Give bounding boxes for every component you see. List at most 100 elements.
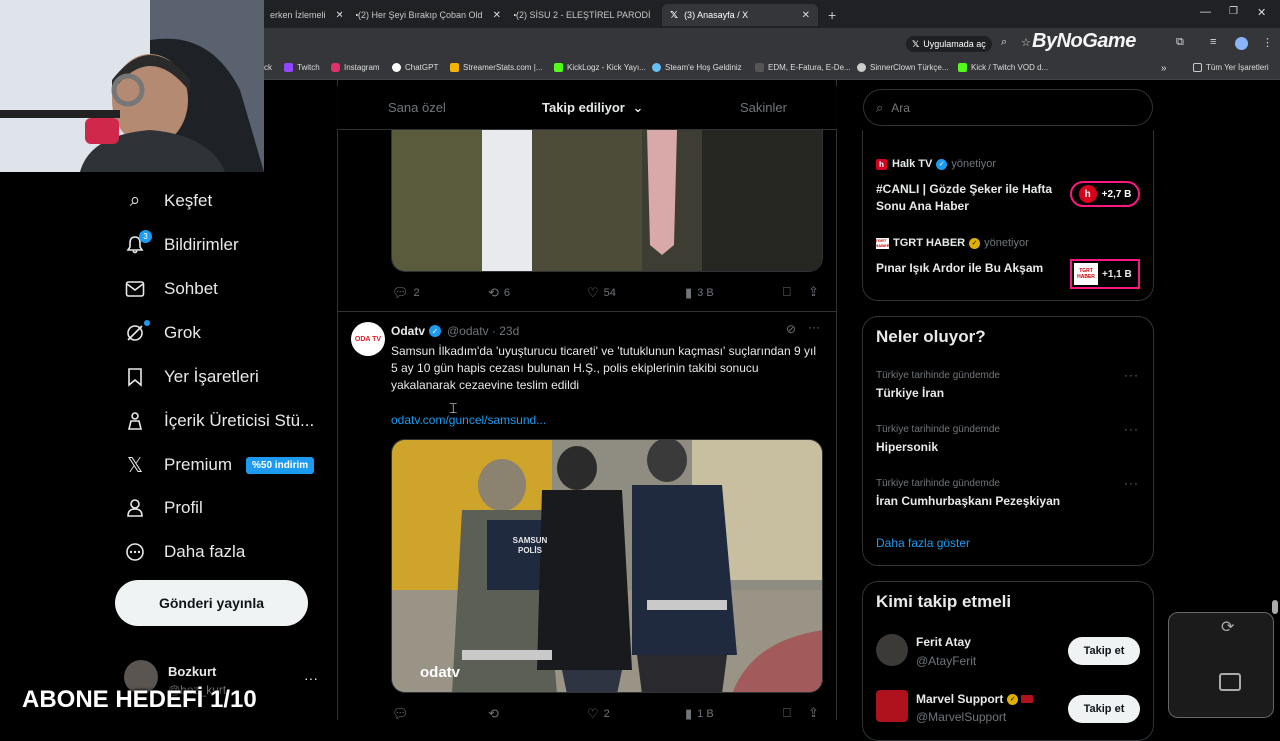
bynogame-logo: ByNoGame — [1032, 30, 1136, 52]
tab-residents[interactable]: Sakinler — [740, 100, 787, 115]
person-icon — [124, 497, 146, 519]
trend-more-icon[interactable]: ··· — [1124, 476, 1139, 490]
like-action[interactable]: ♡ 54 — [587, 285, 616, 301]
scrollbar-thumb[interactable] — [1272, 600, 1278, 614]
tab-label: (2) Her Şeyi Bırakıp Çoban Old — [358, 10, 483, 20]
close-icon[interactable]: ✕ — [802, 10, 810, 21]
bookmark-item[interactable]: ck — [264, 63, 272, 72]
reply-action[interactable]: 💬︎ 2 — [392, 285, 420, 301]
share-icon[interactable]: ⇪ — [808, 705, 824, 721]
trend-item[interactable]: İran Cumhurbaşkanı Pezeşkiyan — [876, 494, 1060, 508]
chevron-right-icon[interactable]: » — [1161, 63, 1167, 74]
views-action[interactable]: ▮ 3 B — [685, 285, 714, 301]
post-button[interactable]: Gönderi yayınla — [115, 580, 308, 626]
close-icon[interactable]: ✕ — [336, 10, 342, 21]
nav-profile[interactable]: Profil — [124, 493, 203, 523]
profile-avatar-icon[interactable] — [1235, 37, 1248, 50]
nav-explore[interactable]: ⌕ Keşfet — [124, 186, 213, 216]
live-title[interactable]: Pınar Işık Ardor ile Bu Akşam — [876, 261, 1066, 275]
post-author[interactable]: Odatv ✓ — [391, 324, 442, 338]
bookmark-item[interactable]: Twitch — [284, 63, 320, 72]
tab-for-you[interactable]: Sana özel — [388, 100, 446, 115]
browser-tab[interactable]: (2) SİSU 2 - ELEŞTİREL PARODİ ✕ — [502, 4, 660, 26]
nav-label: Bildirimler — [164, 235, 239, 254]
trend-item[interactable]: Türkiye İran — [876, 386, 944, 400]
nav-bookmarks[interactable]: Yer İşaretleri — [124, 362, 259, 392]
browser-tab[interactable]: erken İzlemeli ✕ — [262, 4, 342, 26]
account-menu-icon[interactable]: ··· — [304, 670, 318, 686]
trends-heading: Neler oluyor? — [876, 327, 986, 346]
all-bookmarks[interactable]: Tüm Yer İşaretleri — [1193, 63, 1269, 72]
nav-premium[interactable]: 𝕏 Premium %50 indirim — [124, 450, 315, 480]
share-icon[interactable]: ⇪ — [808, 284, 824, 300]
close-icon[interactable]: ✕ — [493, 10, 500, 21]
post-more-icon[interactable]: ··· — [808, 320, 820, 334]
bookmark-item[interactable]: ChatGPT — [392, 63, 438, 72]
marvel-avatar[interactable] — [876, 690, 908, 722]
message-icon[interactable] — [1219, 673, 1241, 691]
live-listeners-badge[interactable]: TGRT HABER +1,1 B — [1070, 259, 1140, 289]
zoom-icon[interactable]: ⌕ — [1001, 36, 1007, 49]
police-arrest-photo — [392, 440, 822, 692]
trend-more-icon[interactable]: ··· — [1124, 422, 1139, 436]
nav-grok[interactable]: Grok — [124, 318, 201, 348]
post-video[interactable]: SAMSUN POLİS odatv — [391, 439, 823, 693]
live-listeners-badge[interactable]: h +2,7 B — [1070, 181, 1140, 207]
trend-item[interactable]: Hipersonik — [876, 440, 938, 454]
search-input[interactable] — [891, 100, 1112, 115]
bookmark-item[interactable]: EDM, E-Fatura, E-De... — [755, 63, 851, 72]
avatar[interactable]: ODA TV — [351, 322, 385, 356]
bookmark-item[interactable]: SinnerClown Türkçe... — [857, 63, 949, 72]
repost-action[interactable]: ⟲ 6 — [488, 285, 510, 301]
minimize-icon[interactable]: — — [1200, 6, 1211, 18]
maximize-icon[interactable]: ❐ — [1229, 6, 1238, 17]
refresh-icon[interactable]: ⟳ — [1221, 617, 1234, 637]
show-more-link[interactable]: Daha fazla göster — [876, 536, 970, 550]
bookmark-item[interactable]: Steam'e Hoş Geldiniz — [652, 63, 742, 72]
bookmark-item[interactable]: Kick / Twitch VOD d... — [958, 63, 1048, 72]
bookmark-item[interactable]: StreamerStats.com |... — [450, 63, 542, 72]
nav-creator-studio[interactable]: İçerik Üreticisi Stü... — [124, 406, 314, 436]
heart-icon: ♡ — [587, 285, 599, 300]
bookmark-item[interactable]: Instagram — [331, 63, 380, 72]
instagram-icon — [331, 63, 340, 72]
follow-button[interactable]: Takip et — [1068, 637, 1140, 665]
nav-notifications[interactable]: 3 Bildirimler — [124, 230, 239, 260]
tab-following[interactable]: Takip ediliyor ⌄ — [542, 100, 643, 116]
search-box[interactable]: ⌕ — [863, 89, 1153, 126]
post-link[interactable]: odatv.com/guncel/samsund... — [391, 413, 546, 427]
follow-button[interactable]: Takip et — [1068, 695, 1140, 723]
window-close-icon[interactable]: ✕ — [1257, 6, 1266, 19]
grok-post-icon[interactable]: ⊘ — [786, 322, 796, 336]
subscriber-goal-overlay: ABONE HEDEFİ 1/10 — [22, 686, 257, 713]
bookmark-icon[interactable]: ⎕ — [783, 705, 796, 721]
avatar[interactable] — [876, 634, 908, 666]
edm-icon — [755, 63, 764, 72]
browser-tab-active[interactable]: 𝕏 (3) Anasayfa / X ✕ — [662, 4, 818, 26]
trend-context: Türkiye tarihinde gündemde — [876, 424, 1000, 435]
who-to-follow-heading: Kimi takip etmeli — [876, 592, 1012, 611]
extensions-icon[interactable]: ⧉ — [1176, 36, 1184, 49]
suggested-user-name[interactable]: Marvel Support ✓ — [916, 692, 1034, 706]
open-in-app-chip[interactable]: 𝕏 Uygulamada aç — [906, 36, 992, 52]
steam-icon — [652, 63, 661, 72]
trend-more-icon[interactable]: ··· — [1124, 368, 1139, 382]
search-icon: ⌕ — [129, 190, 141, 211]
police-vest-text: SAMSUN POLİS — [512, 536, 548, 555]
star-icon[interactable]: ☆ — [1021, 36, 1031, 49]
streamer-webcam-image — [0, 0, 264, 172]
mail-icon — [124, 278, 146, 300]
bookmark-icon[interactable]: ⎕ — [783, 284, 796, 300]
new-tab-button[interactable]: + — [820, 4, 840, 26]
nav-messages[interactable]: Sohbet — [124, 274, 218, 304]
menu-kebab-icon[interactable]: ⋮ — [1262, 36, 1273, 49]
post-image[interactable] — [391, 130, 823, 272]
browser-tab[interactable]: (2) Her Şeyi Bırakıp Çoban Old ✕ — [344, 4, 500, 26]
kicklogz-icon — [554, 63, 563, 72]
suggested-user-name[interactable]: Ferit Atay — [916, 635, 971, 649]
media-icon[interactable]: ≡ — [1210, 36, 1216, 48]
bookmark-item[interactable]: KickLogz - Kick Yayı... — [554, 63, 646, 72]
nav-more[interactable]: Daha fazla — [124, 537, 245, 567]
live-title[interactable]: #CANLI | Gözde Şeker ile Hafta Sonu Ana … — [876, 181, 1056, 215]
nav-label: Grok — [164, 323, 201, 342]
